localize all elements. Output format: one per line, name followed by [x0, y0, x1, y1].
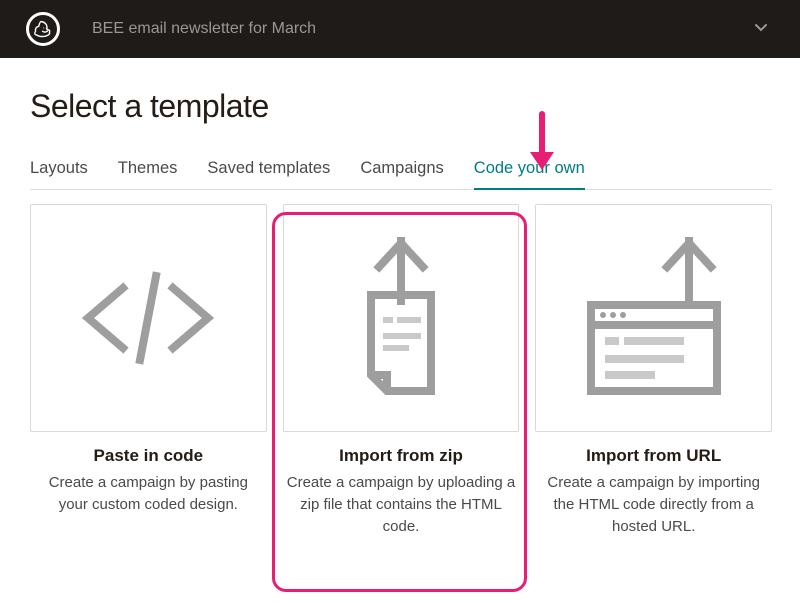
tabs: Layouts Themes Saved templates Campaigns…	[30, 151, 772, 190]
card-import-from-url[interactable]: Import from URL Create a campaign by imp…	[535, 204, 772, 537]
card-title: Import from zip	[283, 446, 520, 466]
annotation-arrow-icon	[522, 108, 562, 178]
topbar: BEE email newsletter for March	[0, 0, 800, 58]
tab-saved-templates[interactable]: Saved templates	[207, 151, 330, 189]
code-icon	[68, 258, 228, 378]
upload-file-icon	[321, 233, 481, 403]
card-paste-in-code[interactable]: Paste in code Create a campaign by pasti…	[30, 204, 267, 537]
tab-themes[interactable]: Themes	[118, 151, 178, 189]
card-desc: Create a campaign by pasting your custom…	[30, 472, 267, 516]
tab-layouts[interactable]: Layouts	[30, 151, 88, 189]
cards-row: Paste in code Create a campaign by pasti…	[30, 204, 772, 537]
upload-browser-icon	[569, 233, 739, 403]
campaign-name[interactable]: BEE email newsletter for March	[92, 20, 316, 38]
page-title: Select a template	[30, 88, 772, 125]
card-title: Import from URL	[535, 446, 772, 466]
card-desc: Create a campaign by importing the HTML …	[535, 472, 772, 537]
card-title: Paste in code	[30, 446, 267, 466]
card-desc: Create a campaign by uploading a zip fil…	[283, 472, 520, 537]
tab-campaigns[interactable]: Campaigns	[360, 151, 443, 189]
card-import-from-zip[interactable]: Import from zip Create a campaign by upl…	[283, 204, 520, 537]
mailchimp-logo	[26, 12, 60, 46]
chevron-down-icon[interactable]	[754, 22, 768, 36]
